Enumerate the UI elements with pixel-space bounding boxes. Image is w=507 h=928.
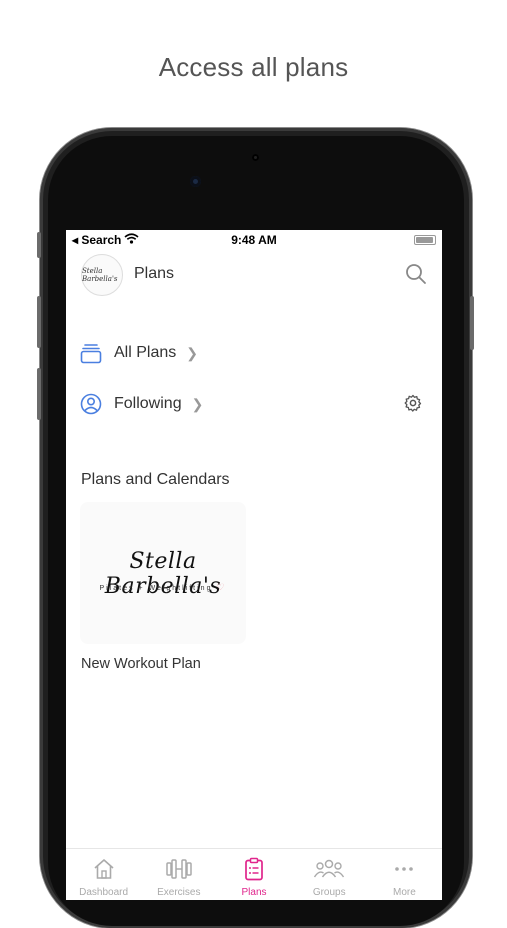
chevron-right-icon: ❯ [186, 344, 198, 361]
battery-icon [414, 235, 436, 245]
tab-plans[interactable]: Plans [216, 849, 291, 900]
plan-brand-tagline-text: Pilates + Weightlifting [99, 585, 213, 592]
plan-card[interactable]: Stella Barbella's Pilates + Weightliftin… [80, 502, 246, 644]
stack-icon [80, 342, 102, 364]
tab-label: Groups [312, 887, 346, 898]
status-time: 9:48 AM [231, 233, 277, 247]
earpiece-speaker [252, 154, 259, 161]
tab-label: More [393, 887, 416, 898]
plan-brand-tagline: Pilates + Weightlifting ♡ [80, 582, 246, 593]
all-plans-label: All Plans [114, 344, 177, 361]
section-title: Plans and Calendars [81, 471, 230, 488]
user-circle-icon [80, 393, 102, 415]
heart-icon: ♡ [216, 582, 227, 592]
tab-label: Exercises [157, 887, 201, 898]
ellipsis-icon [392, 857, 416, 881]
all-plans-link[interactable]: All Plans ❯ [80, 340, 198, 366]
gear-icon [404, 394, 422, 416]
following-link[interactable]: Following ❯ [80, 391, 203, 417]
clipboard-icon [242, 857, 266, 881]
tab-exercises[interactable]: Exercises [141, 849, 216, 900]
tab-groups[interactable]: Groups [292, 849, 367, 900]
app-screen: ◂ Search 9:48 AM Stella Barbella's Plans [66, 230, 442, 900]
chevron-right-icon: ❯ [191, 395, 204, 412]
dumbbell-icon [164, 857, 194, 881]
avatar-text: Stella Barbella's [82, 267, 118, 283]
tab-label: Dashboard [79, 887, 129, 898]
caption-heading: Access all plans [158, 52, 349, 82]
search-icon [404, 264, 428, 290]
app-header: Stella Barbella's Plans [66, 254, 442, 300]
tab-dashboard[interactable]: Dashboard [66, 849, 141, 900]
house-icon [92, 857, 116, 881]
page-title: Plans [134, 265, 175, 282]
avatar[interactable]: Stella Barbella's [81, 254, 123, 296]
mute-switch [37, 232, 41, 258]
tab-bar: Dashboard Exercises Plans Groups More [66, 848, 442, 900]
status-bar: ◂ Search 9:48 AM [66, 230, 442, 250]
tab-label: Plans [241, 887, 267, 898]
power-button [470, 296, 474, 350]
plan-name[interactable]: New Workout Plan [81, 656, 201, 672]
following-settings-button[interactable] [404, 394, 422, 412]
search-button[interactable] [404, 262, 428, 286]
people-icon [313, 857, 345, 881]
volume-up-button [37, 296, 41, 348]
volume-down-button [37, 368, 41, 420]
front-camera [190, 176, 201, 187]
tab-more[interactable]: More [367, 849, 442, 900]
following-label: Following [114, 395, 182, 412]
